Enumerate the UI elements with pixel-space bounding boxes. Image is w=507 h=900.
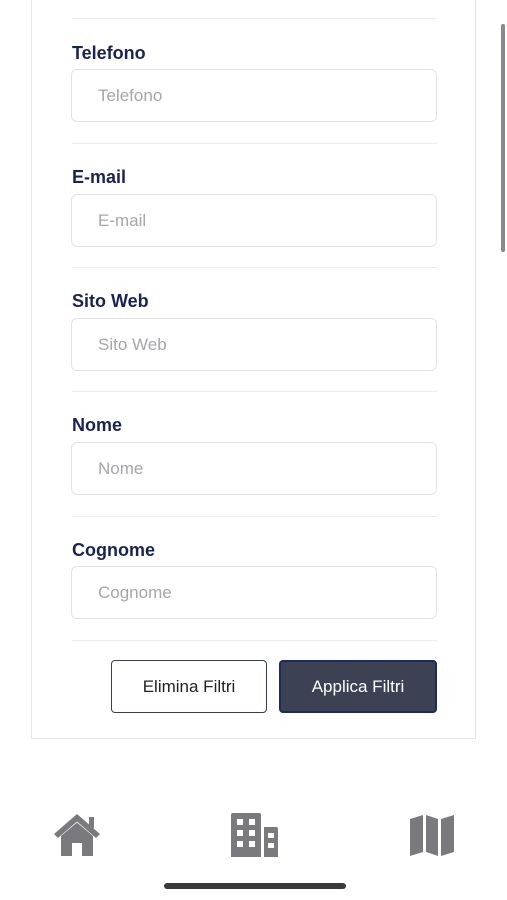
email-input[interactable]: [71, 194, 437, 247]
website-input[interactable]: [71, 318, 437, 371]
divider: [72, 143, 437, 144]
last-name-label: Cognome: [72, 540, 155, 560]
building-icon[interactable]: [229, 812, 279, 863]
phone-label: Telefono: [72, 43, 146, 63]
map-icon[interactable]: [409, 812, 455, 863]
divider: [72, 516, 437, 517]
divider: [72, 391, 437, 392]
website-label: Sito Web: [72, 291, 149, 311]
filter-screen: Telefono E-mail Sito Web Nome Cognome El…: [0, 0, 507, 900]
phone-input[interactable]: [71, 69, 437, 122]
home-icon[interactable]: [52, 812, 102, 863]
first-name-input[interactable]: [71, 442, 437, 495]
divider: [72, 267, 437, 268]
first-name-label: Nome: [72, 415, 123, 435]
apply-filters-button[interactable]: Applica Filtri: [279, 660, 437, 713]
email-label: E-mail: [72, 167, 127, 187]
divider: [72, 18, 437, 19]
divider: [72, 640, 437, 641]
home-indicator: [164, 883, 346, 889]
scrollbar[interactable]: [501, 24, 505, 252]
clear-filters-button[interactable]: Elimina Filtri: [111, 660, 267, 713]
last-name-input[interactable]: [71, 566, 437, 619]
